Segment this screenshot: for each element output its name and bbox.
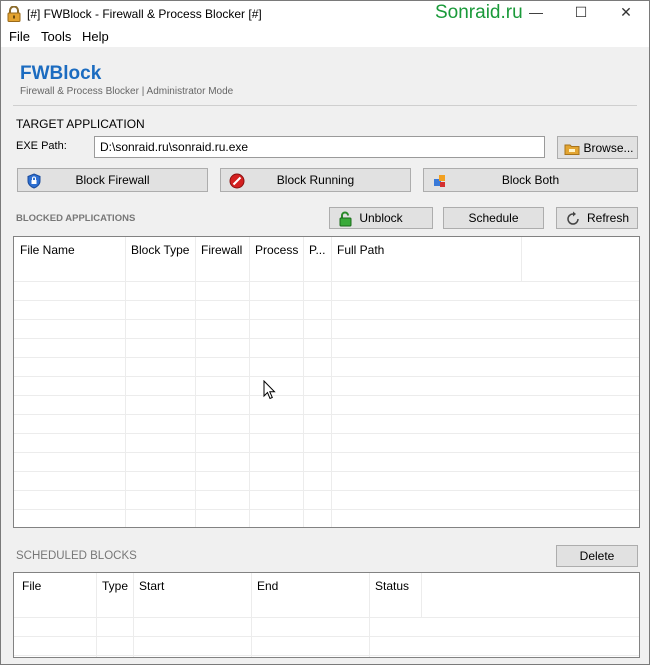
browse-label: Browse... (583, 140, 634, 155)
row-divider (14, 509, 639, 510)
delete-label: Delete (579, 549, 615, 563)
row-divider (14, 433, 639, 434)
row-divider (14, 281, 639, 282)
schedule-label: Schedule (468, 211, 519, 225)
block-firewall-label: Block Firewall (75, 173, 150, 187)
block-both-button[interactable]: Block Both (423, 168, 638, 192)
scheduled-section-title: SCHEDULED BLOCKS (16, 550, 137, 562)
menu-help[interactable]: Help (82, 29, 109, 44)
row-divider (14, 395, 639, 396)
block-running-button[interactable]: Block Running (220, 168, 411, 192)
row-divider (14, 338, 639, 339)
column-divider (133, 573, 134, 657)
column-header-type[interactable]: Type (96, 573, 128, 599)
column-divider (96, 573, 97, 657)
app-header: FWBlock Firewall & Process Blocker | Adm… (1, 47, 649, 111)
brand-title: FWBlock (20, 63, 102, 84)
column-divider (369, 573, 370, 657)
column-header-full-path[interactable]: Full Path (331, 237, 384, 263)
menu-file[interactable]: File (9, 29, 30, 44)
scheduled-blocks-table[interactable]: File Type Start End Status (13, 572, 640, 658)
row-divider (14, 471, 639, 472)
refresh-icon (567, 211, 579, 225)
mouse-cursor-icon (263, 380, 276, 400)
minimize-button[interactable]: — (521, 4, 551, 20)
title-bar[interactable]: [#] FWBlock - Firewall & Process Blocker… (1, 1, 649, 27)
folder-icon (564, 144, 580, 155)
menu-bar: File Tools Help (1, 27, 649, 47)
schedule-button[interactable]: Schedule (443, 207, 544, 229)
maximize-button[interactable]: ☐ (566, 4, 596, 21)
refresh-button[interactable]: Refresh (556, 207, 638, 229)
column-divider (421, 573, 422, 617)
menu-tools[interactable]: Tools (41, 29, 71, 44)
header-divider (13, 105, 637, 106)
brand-subtitle: Firewall & Process Blocker | Administrat… (20, 86, 234, 97)
block-firewall-button[interactable]: Block Firewall (17, 168, 208, 192)
row-divider (14, 414, 639, 415)
column-header-status[interactable]: Status (369, 573, 409, 599)
target-section-title: TARGET APPLICATION (16, 117, 145, 131)
exe-path-label: EXE Path: (16, 140, 67, 152)
column-divider (521, 237, 522, 281)
block-both-label: Block Both (501, 173, 560, 187)
stop-process-icon (229, 173, 245, 189)
row-divider (14, 357, 639, 358)
row-divider (14, 376, 639, 377)
row-divider (14, 319, 639, 320)
column-header-block-type[interactable]: Block Type (125, 237, 189, 263)
window-title: [#] FWBlock - Firewall & Process Blocker… (27, 7, 262, 21)
block-both-icon (434, 175, 445, 187)
row-divider (14, 452, 639, 453)
unlock-icon (339, 211, 352, 227)
column-header-end[interactable]: End (251, 573, 278, 599)
refresh-label: Refresh (586, 211, 630, 225)
browse-button[interactable]: Browse... (557, 136, 638, 159)
shield-icon (27, 173, 41, 189)
lock-icon (7, 6, 21, 22)
column-header-file[interactable]: File (16, 573, 41, 599)
watermark-text: Sonraid.ru (435, 2, 523, 23)
column-header-file-name[interactable]: File Name (14, 237, 75, 263)
column-header-firewall[interactable]: Firewall (195, 237, 242, 263)
row-divider (14, 636, 639, 637)
delete-button[interactable]: Delete (556, 545, 638, 567)
row-divider (14, 617, 639, 618)
column-divider (251, 573, 252, 657)
app-window: [#] FWBlock - Firewall & Process Blocker… (0, 0, 650, 665)
block-running-label: Block Running (276, 173, 355, 187)
close-button[interactable]: ✕ (611, 4, 641, 21)
blocked-section-title: BLOCKED APPLICATIONS (16, 213, 136, 224)
column-header-start[interactable]: Start (133, 573, 164, 599)
unblock-label: Unblock (359, 211, 403, 225)
blocked-apps-table[interactable]: File Name Block Type Firewall Process P.… (13, 236, 640, 528)
exe-path-input[interactable]: D:\sonraid.ru\sonraid.ru.exe (94, 136, 545, 158)
row-divider (14, 300, 639, 301)
column-header-process[interactable]: Process (249, 237, 298, 263)
unblock-button[interactable]: Unblock (329, 207, 433, 229)
row-divider (14, 490, 639, 491)
row-divider (14, 655, 639, 656)
column-header-p[interactable]: P... (303, 237, 325, 263)
